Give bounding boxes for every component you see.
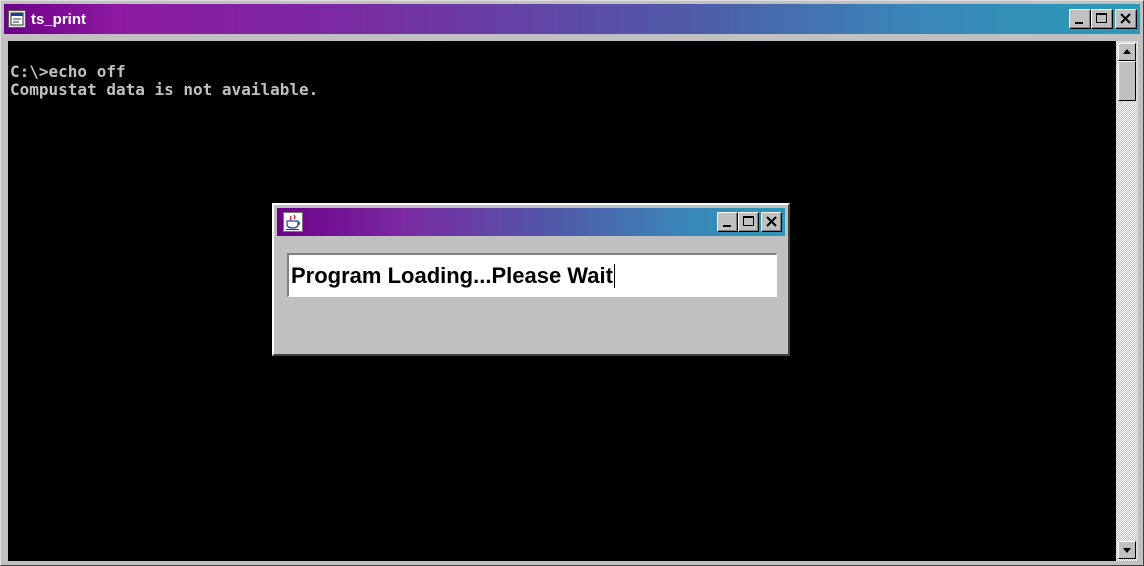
loading-message: Program Loading...Please Wait	[291, 262, 613, 288]
close-icon	[766, 216, 777, 227]
minimize-icon	[1075, 22, 1083, 24]
dialog-controls	[717, 212, 782, 232]
maximize-icon	[1096, 13, 1107, 23]
scroll-up-button[interactable]	[1118, 43, 1136, 61]
dialog-titlebar[interactable]	[277, 208, 785, 236]
close-button[interactable]	[1115, 9, 1137, 29]
text-caret	[613, 263, 615, 288]
console-window-icon[interactable]	[8, 10, 26, 28]
minimize-icon	[723, 225, 731, 227]
maximize-icon	[743, 216, 754, 226]
loading-message-field[interactable]: Program Loading...Please Wait	[287, 253, 777, 297]
console-line-message: Compustat data is not available.	[10, 80, 319, 99]
window-controls	[1069, 9, 1137, 29]
window-title: ts_print	[31, 10, 87, 28]
minimize-button[interactable]	[1069, 9, 1091, 29]
scroll-down-button[interactable]	[1118, 541, 1136, 559]
arrow-down-icon	[1123, 548, 1131, 553]
window-titlebar[interactable]: ts_print	[4, 4, 1140, 34]
maximize-button[interactable]	[1091, 9, 1113, 29]
dialog-minimize-button[interactable]	[717, 212, 738, 232]
scroll-thumb[interactable]	[1118, 61, 1136, 101]
dialog-close-button[interactable]	[761, 212, 782, 232]
close-icon	[1120, 13, 1131, 24]
console-line-prompt: C:\>echo off	[10, 62, 126, 81]
loading-dialog: Program Loading...Please Wait	[272, 203, 790, 356]
dialog-maximize-button[interactable]	[738, 212, 759, 232]
arrow-up-icon	[1123, 49, 1131, 54]
vertical-scrollbar[interactable]	[1116, 41, 1138, 561]
java-cup-icon[interactable]	[283, 212, 303, 232]
